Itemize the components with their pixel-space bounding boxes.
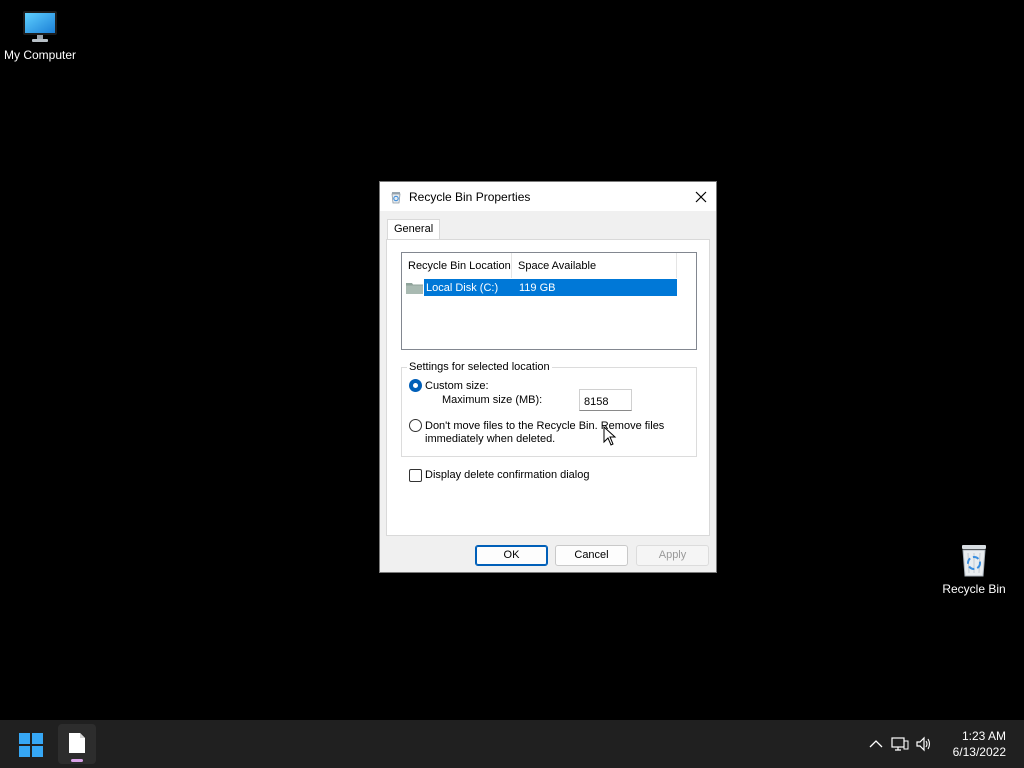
cancel-button[interactable]: Cancel [555, 545, 628, 566]
groupbox-title: Settings for selected location [407, 361, 552, 373]
column-header-location[interactable]: Recycle Bin Location [402, 253, 512, 278]
no-move-radio[interactable] [409, 419, 422, 432]
general-tab-panel: Recycle Bin Location Space Available Loc… [386, 239, 710, 536]
volume-icon[interactable] [912, 732, 936, 756]
no-move-label-line1: Don't move files to the Recycle Bin. Rem… [425, 420, 665, 432]
clock-date: 6/13/2022 [952, 745, 1006, 759]
desktop-icon-label: Recycle Bin [942, 582, 1006, 596]
ok-button[interactable]: OK [475, 545, 548, 566]
desktop-icon-label: My Computer [3, 48, 77, 62]
windows-logo-icon [19, 733, 43, 757]
dialog-titlebar[interactable]: Recycle Bin Properties [380, 182, 716, 211]
cell-space: 119 GB [519, 281, 556, 294]
dialog-title: Recycle Bin Properties [409, 190, 531, 204]
system-tray [864, 720, 936, 768]
max-size-label: Maximum size (MB): [442, 394, 543, 406]
close-button[interactable] [686, 182, 716, 211]
monitor-icon [23, 11, 57, 42]
chevron-up-icon[interactable] [864, 732, 888, 756]
taskbar-clock[interactable]: 1:23 AM 6/13/2022 [953, 728, 1006, 760]
taskbar-app-button[interactable] [58, 724, 96, 764]
recycle-bin-properties-dialog: Recycle Bin Properties General Recycle B… [379, 181, 717, 573]
mouse-pointer-icon [603, 426, 617, 446]
selected-row: Local Disk (C:) 119 GB [424, 279, 677, 296]
active-indicator [71, 759, 83, 762]
custom-size-label: Custom size: [425, 380, 489, 392]
close-icon [695, 191, 707, 202]
desktop-icon-recycle-bin[interactable]: Recycle Bin [934, 540, 1014, 596]
drive-folder-icon [406, 282, 423, 294]
tab-strip: General [387, 219, 441, 240]
max-size-input[interactable] [579, 389, 632, 411]
apply-button[interactable]: Apply [636, 545, 709, 566]
cell-location: Local Disk (C:) [426, 281, 499, 294]
tab-general[interactable]: General [387, 219, 441, 240]
recycle-bin-icon [962, 545, 986, 577]
clock-time: 1:23 AM [961, 729, 1006, 743]
confirm-dialog-checkbox[interactable] [409, 469, 422, 482]
list-header: Recycle Bin Location Space Available [402, 253, 696, 278]
start-button[interactable] [18, 732, 44, 758]
no-move-label-line2: immediately when deleted. [425, 433, 556, 445]
document-icon [69, 733, 85, 753]
settings-groupbox: Settings for selected location Custom si… [401, 361, 697, 457]
desktop-icon-my-computer[interactable]: My Computer [0, 8, 80, 62]
location-list[interactable]: Recycle Bin Location Space Available Loc… [401, 252, 697, 350]
column-header-space[interactable]: Space Available [512, 253, 677, 278]
taskbar: 1:23 AM 6/13/2022 [0, 720, 1024, 768]
recycle-bin-small-icon [391, 192, 401, 204]
confirm-dialog-label: Display delete confirmation dialog [425, 469, 590, 481]
list-item[interactable]: Local Disk (C:) 119 GB [406, 279, 677, 296]
network-icon[interactable] [888, 732, 912, 756]
custom-size-radio[interactable] [409, 379, 422, 392]
